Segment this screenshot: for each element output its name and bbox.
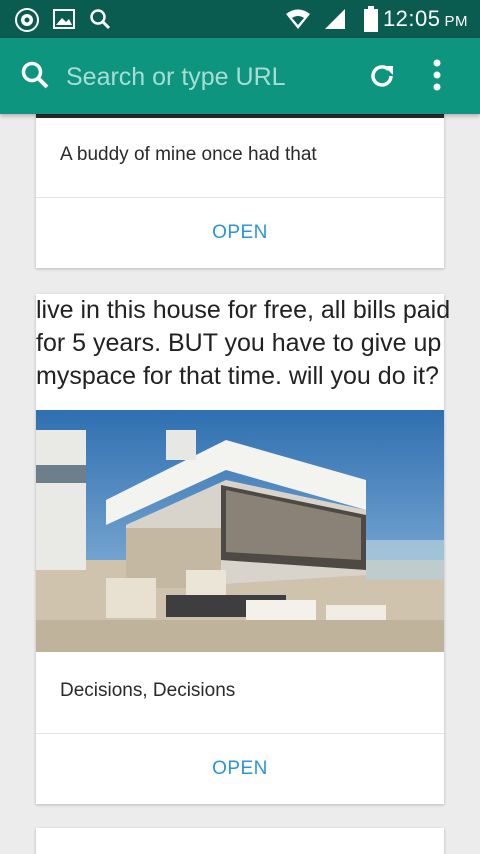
search-icon xyxy=(88,7,112,36)
status-time: 12:05 PM xyxy=(382,6,468,31)
reload-icon[interactable] xyxy=(368,62,396,95)
house-photo[interactable] xyxy=(36,410,444,652)
card-caption: A buddy of mine once had that xyxy=(60,144,317,165)
record-icon xyxy=(14,7,40,38)
meme-text-line: myspace for that time. will you do it? xyxy=(36,362,439,390)
feed-card: A buddy of mine once had that OPEN xyxy=(36,114,444,268)
meme-text-line: live in this house for free, all bills p… xyxy=(36,296,451,324)
content-feed: A buddy of mine once had that OPEN live … xyxy=(0,114,480,854)
overflow-menu-icon[interactable] xyxy=(432,58,442,97)
status-bar: 12:05 PM xyxy=(0,0,480,38)
battery-icon xyxy=(364,6,378,37)
card-image xyxy=(36,114,444,118)
url-search-input[interactable] xyxy=(64,56,348,98)
image-icon xyxy=(52,7,76,36)
feed-card xyxy=(36,828,444,854)
meme-text: live in this house for free, all bills p… xyxy=(36,294,451,393)
meme-text-line: for 5 years. BUT you have to give up xyxy=(36,329,442,357)
open-button[interactable]: OPEN xyxy=(36,198,444,268)
signal-icon xyxy=(324,8,346,35)
browser-toolbar xyxy=(0,38,480,114)
wifi-icon xyxy=(285,8,311,35)
search-icon[interactable] xyxy=(20,60,50,95)
feed-card: live in this house for free, all bills p… xyxy=(36,294,451,804)
open-button[interactable]: OPEN xyxy=(36,734,444,804)
card-caption: Decisions, Decisions xyxy=(60,680,236,701)
